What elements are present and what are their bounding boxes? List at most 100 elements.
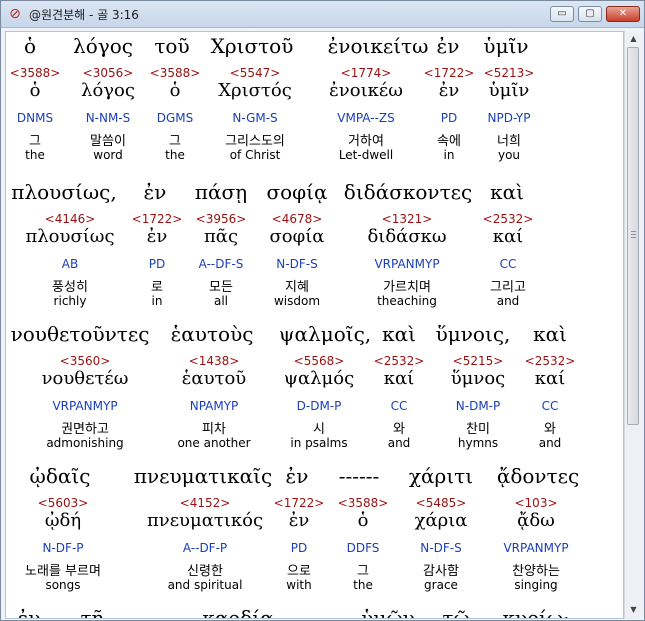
korean-gloss: 그 <box>169 134 181 149</box>
close-button[interactable]: ✕ <box>606 6 640 22</box>
interlinear-view[interactable]: ὁ λόγος τοῦ Χριστοῦ ἐνοικείτω ἐν ὑμῖν <3588> ὁ DN… <box>5 31 624 619</box>
greek-word[interactable]: τοῦ <box>154 34 189 58</box>
greek-word[interactable]: σοφίᾳ <box>266 180 327 204</box>
greek-word[interactable]: ἐν <box>144 180 167 204</box>
greek-word[interactable]: τῇ <box>80 606 103 618</box>
strongs-number[interactable]: <5547> <box>230 66 281 80</box>
parsing-code: DDFS <box>346 541 380 555</box>
greek-word[interactable]: καὶ <box>490 180 524 204</box>
strongs-number[interactable]: <1722> <box>132 212 183 226</box>
scroll-down-button[interactable]: ▼ <box>626 602 641 617</box>
strongs-number[interactable]: <1438> <box>189 354 240 368</box>
greek-word[interactable]: ὑμῶν <box>361 606 415 618</box>
english-gloss: all <box>213 294 229 308</box>
maximize-button[interactable]: ▢ <box>578 6 602 22</box>
greek-word[interactable]: λόγος <box>73 34 133 58</box>
greek-word[interactable]: καὶ <box>382 322 416 346</box>
lemma: καί <box>534 368 566 389</box>
greek-word[interactable]: ἐν <box>18 606 41 618</box>
korean-gloss: 거하여 <box>348 134 384 149</box>
greek-word[interactable]: διδάσκοντες <box>344 180 472 204</box>
parsing-code: N-DM-P <box>455 399 501 413</box>
strongs-number[interactable]: <1774> <box>341 66 392 80</box>
lemma: ὁ <box>169 80 181 101</box>
greek-word[interactable]: ψαλμοῖς, <box>279 322 371 346</box>
greek-word[interactable]: ἐν <box>286 464 309 488</box>
greek-word[interactable]: ----- <box>302 606 336 618</box>
greek-word[interactable]: Χριστοῦ <box>211 34 294 58</box>
english-gloss: one another <box>177 436 251 450</box>
window-title: @원견분해 - 골 3:16 <box>29 8 139 22</box>
strongs-number[interactable]: <5213> <box>484 66 535 80</box>
greek-word[interactable]: ------ <box>339 464 380 488</box>
english-gloss: the <box>25 148 45 162</box>
parsing-code: VMPA--ZS <box>337 111 395 125</box>
greek-word[interactable]: ὑμῖν <box>483 34 528 58</box>
greek-word[interactable]: ὕμνοις, <box>436 322 511 346</box>
minimize-button[interactable]: ▭ <box>550 6 574 22</box>
english-gloss: and spiritual <box>167 578 243 592</box>
strongs-number[interactable]: <3056> <box>83 66 134 80</box>
korean-gloss: 신령한 <box>187 564 223 579</box>
lemma: ὁ <box>357 510 369 531</box>
strongs-number[interactable]: <3956> <box>196 212 247 226</box>
greek-word[interactable]: πνευματικαῖς <box>134 464 272 488</box>
strongs-number[interactable]: <2532> <box>525 354 576 368</box>
greek-word[interactable]: καρδίᾳ <box>202 606 273 618</box>
korean-gloss: 찬미 <box>466 422 490 437</box>
greek-word[interactable]: πλουσίως, <box>11 180 116 204</box>
english-gloss: and <box>538 436 562 450</box>
greek-word[interactable]: ------ <box>141 606 182 618</box>
greek-word[interactable]: χάριτι <box>409 464 473 488</box>
english-gloss: in <box>443 148 455 162</box>
greek-word[interactable]: ἐν <box>437 34 460 58</box>
title-bar[interactable]: ⊘ @원견분해 - 골 3:16 ▭ ▢ ✕ <box>1 1 644 28</box>
greek-word[interactable]: ᾠδαῖς <box>30 464 91 488</box>
korean-gloss: 속에 <box>437 134 461 149</box>
greek-word[interactable]: πάσῃ <box>195 180 247 204</box>
lemma: ὕμνος <box>450 368 506 389</box>
strongs-number[interactable]: <1321> <box>382 212 433 226</box>
greek-word[interactable]: ᾄδοντες <box>497 464 579 488</box>
english-gloss: the <box>353 578 373 592</box>
greek-word[interactable]: κυρίῳ· <box>503 606 570 618</box>
strongs-number[interactable]: <4152> <box>180 496 231 510</box>
korean-gloss: 그 <box>29 134 41 149</box>
lemma: ὑμῖν <box>488 80 530 101</box>
strongs-number[interactable]: <4678> <box>272 212 323 226</box>
strongs-number[interactable]: <5568> <box>294 354 345 368</box>
strongs-number[interactable]: <5485> <box>416 496 467 510</box>
greek-word[interactable]: ἐνοικείτω <box>328 34 429 58</box>
greek-word[interactable]: καὶ <box>533 322 567 346</box>
strongs-number[interactable]: <3588> <box>338 496 389 510</box>
maximize-icon: ▢ <box>585 8 595 19</box>
strongs-number[interactable]: <2532> <box>483 212 534 226</box>
strongs-number[interactable]: <5215> <box>453 354 504 368</box>
strongs-number[interactable]: <103> <box>514 496 557 510</box>
korean-gloss: 으로 <box>287 564 311 579</box>
korean-gloss: 풍성히 <box>52 280 88 295</box>
strongs-number[interactable]: <2532> <box>374 354 425 368</box>
parsing-code: A--DF-S <box>198 257 244 271</box>
greek-word[interactable]: ὁ <box>24 34 36 58</box>
strongs-number[interactable]: <5603> <box>38 496 89 510</box>
scroll-up-button[interactable]: ▲ <box>626 31 641 46</box>
strongs-number[interactable]: <3588> <box>10 66 61 80</box>
strongs-number[interactable]: <3588> <box>150 66 201 80</box>
greek-word[interactable]: νουθετοῦντες <box>11 322 150 346</box>
app-window: ⊘ @원견분해 - 골 3:16 ▭ ▢ ✕ ὁ λόγος τοῦ Χριστοῦ ἐ… <box>0 0 645 621</box>
scroll-thumb[interactable] <box>627 47 639 425</box>
strongs-number[interactable]: <3560> <box>60 354 111 368</box>
vertical-scrollbar[interactable]: ▲ ▼ <box>624 31 641 619</box>
english-gloss: of Christ <box>229 148 281 162</box>
close-icon: ✕ <box>618 8 628 19</box>
greek-word[interactable]: τῷ <box>442 606 469 618</box>
strongs-number[interactable]: <4146> <box>45 212 96 226</box>
strongs-number[interactable]: <1722> <box>424 66 475 80</box>
lemma: Χριστός <box>218 80 292 101</box>
strongs-number[interactable]: <1722> <box>274 496 325 510</box>
korean-gloss: 로 <box>151 280 163 295</box>
greek-word[interactable]: ἑαυτοὺς <box>171 322 254 346</box>
english-gloss: with <box>286 578 312 592</box>
korean-gloss: 시 <box>313 422 325 437</box>
